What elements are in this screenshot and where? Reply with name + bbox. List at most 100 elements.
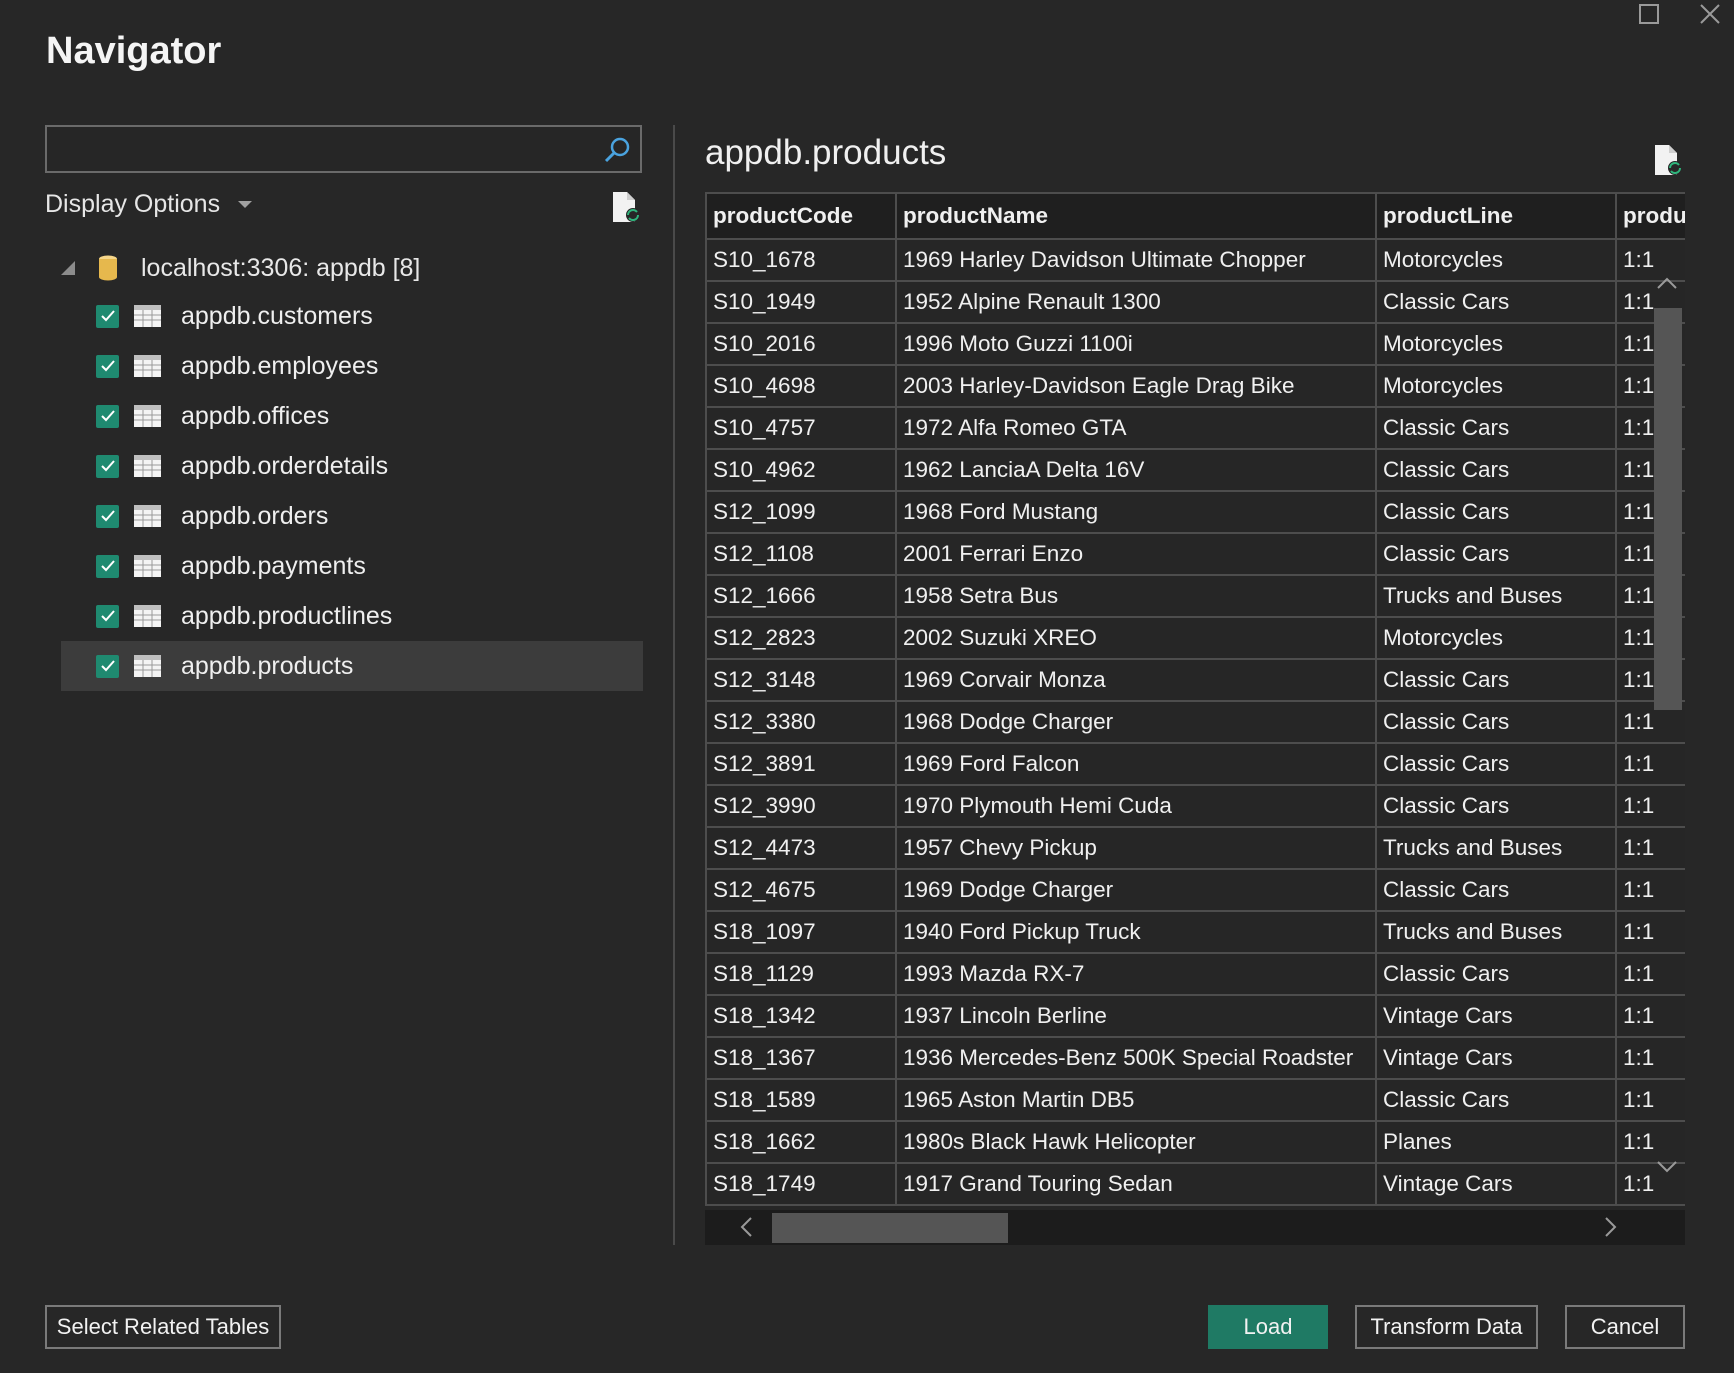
table-cell: S18_1097 [705, 911, 897, 954]
table-row: S12_1099 1968 Ford Mustang Classic Cars 1:1 [705, 491, 1685, 534]
tree-item[interactable]: appdb.employees [61, 341, 643, 391]
table-cell: S12_1099 [705, 491, 897, 534]
load-button[interactable]: Load [1208, 1305, 1328, 1349]
checkbox[interactable] [96, 304, 119, 328]
table-cell: Planes [1376, 1121, 1617, 1164]
select-related-tables-button[interactable]: Select Related Tables [45, 1305, 281, 1349]
table-cell: Classic Cars [1376, 659, 1617, 702]
pane-divider[interactable] [673, 125, 675, 1245]
checkbox[interactable] [96, 604, 119, 628]
table-cell: S18_1129 [705, 953, 897, 996]
table-cell: Trucks and Buses [1376, 827, 1617, 870]
preview-grid: productCode productName productLine produ S… [705, 192, 1685, 1245]
table-row: S10_1949 1952 Alpine Renault 1300 Classic … [705, 281, 1685, 324]
transform-data-button[interactable]: Transform Data [1355, 1305, 1538, 1349]
scroll-left-icon[interactable] [735, 1215, 759, 1239]
horizontal-scrollbar[interactable] [705, 1210, 1685, 1245]
table-cell: S18_1589 [705, 1079, 897, 1122]
checkmark-icon [100, 310, 115, 322]
table-cell: 1969 Harley Davidson Ultimate Chopper [896, 239, 1377, 282]
table-cell: Classic Cars [1376, 1079, 1617, 1122]
tree-item-label: appdb.products [181, 651, 354, 680]
tree-item[interactable]: appdb.payments [61, 541, 643, 591]
table-row: S18_1662 1980s Black Hawk Helicopter Plane… [705, 1121, 1685, 1164]
table-cell: 1957 Chevy Pickup [896, 827, 1377, 870]
table-cell: 1940 Ford Pickup Truck [896, 911, 1377, 954]
column-header[interactable]: productName [896, 192, 1377, 240]
checkmark-icon [100, 560, 115, 572]
display-options-dropdown[interactable]: Display Options [45, 190, 253, 219]
display-options-label: Display Options [45, 190, 221, 218]
table-icon [134, 505, 161, 527]
checkbox[interactable] [96, 354, 119, 378]
checkmark-icon [100, 410, 115, 422]
column-header[interactable]: produ [1616, 192, 1685, 240]
table-cell: 1980s Black Hawk Helicopter [896, 1121, 1377, 1164]
horizontal-scroll-thumb[interactable] [772, 1213, 1008, 1243]
table-cell: S10_4698 [705, 365, 897, 408]
table-cell: Classic Cars [1376, 743, 1617, 786]
scroll-up-icon[interactable] [1655, 272, 1679, 296]
tree-root-node[interactable]: localhost:3306: appdb [8] [61, 245, 643, 291]
table-cell: S12_1108 [705, 533, 897, 576]
scroll-right-icon[interactable] [1598, 1215, 1622, 1239]
checkbox[interactable] [96, 404, 119, 428]
table-row: S12_3148 1969 Corvair Monza Classic Cars 1:… [705, 659, 1685, 702]
maximize-button[interactable] [1629, 0, 1669, 28]
column-header[interactable]: productCode [705, 192, 897, 240]
close-button[interactable] [1690, 0, 1730, 28]
tree-item[interactable]: appdb.orders [61, 491, 643, 541]
table-icon [134, 655, 161, 677]
table-cell: S10_4757 [705, 407, 897, 450]
checkbox[interactable] [96, 654, 119, 678]
tree-item[interactable]: appdb.productlines [61, 591, 643, 641]
table-cell: 1958 Setra Bus [896, 575, 1377, 618]
search-input[interactable] [45, 125, 642, 173]
table-row: S12_4675 1969 Dodge Charger Classic Cars 1:… [705, 869, 1685, 912]
cancel-button[interactable]: Cancel [1565, 1305, 1685, 1349]
tree-item[interactable]: appdb.offices [61, 391, 643, 441]
table-cell: S18_1662 [705, 1121, 897, 1164]
table-cell: S12_3380 [705, 701, 897, 744]
table-cell: Trucks and Buses [1376, 911, 1617, 954]
tree-item[interactable]: appdb.orderdetails [61, 441, 643, 491]
table-cell: Motorcycles [1376, 365, 1617, 408]
tree-item[interactable]: appdb.customers [61, 291, 643, 341]
table-cell: 1970 Plymouth Hemi Cuda [896, 785, 1377, 828]
column-header[interactable]: productLine [1376, 192, 1617, 240]
checkmark-icon [100, 510, 115, 522]
table-cell: 1965 Aston Martin DB5 [896, 1079, 1377, 1122]
table-cell: S12_4675 [705, 869, 897, 912]
table-cell: 2001 Ferrari Enzo [896, 533, 1377, 576]
table-cell: Motorcycles [1376, 617, 1617, 660]
checkmark-icon [100, 660, 115, 672]
table-row: S12_3380 1968 Dodge Charger Classic Cars 1:… [705, 701, 1685, 744]
checkbox[interactable] [96, 554, 119, 578]
table-cell: 1993 Mazda RX-7 [896, 953, 1377, 996]
tree-item-label: appdb.orderdetails [181, 451, 389, 480]
vertical-scrollbar[interactable] [1652, 260, 1682, 1180]
table-cell: Classic Cars [1376, 869, 1617, 912]
checkbox[interactable] [96, 454, 119, 478]
table-cell: Classic Cars [1376, 785, 1617, 828]
scroll-down-icon[interactable] [1655, 1154, 1679, 1178]
table-cell: S12_4473 [705, 827, 897, 870]
table-cell: 1969 Corvair Monza [896, 659, 1377, 702]
table-cell: S12_3148 [705, 659, 897, 702]
table-cell: S12_3891 [705, 743, 897, 786]
collapse-icon[interactable] [61, 261, 75, 275]
checkbox[interactable] [96, 504, 119, 528]
refresh-preview-icon[interactable] [1652, 143, 1684, 177]
table-cell: Classic Cars [1376, 281, 1617, 324]
table-cell: Motorcycles [1376, 323, 1617, 366]
tree-item[interactable]: appdb.products [61, 641, 643, 691]
table-icon [134, 305, 161, 327]
table-cell: S18_1749 [705, 1163, 897, 1206]
refresh-icon[interactable] [610, 190, 642, 224]
search-icon[interactable] [602, 135, 632, 165]
table-row: S18_1589 1965 Aston Martin DB5 Classic Car… [705, 1079, 1685, 1122]
table-cell: 1936 Mercedes-Benz 500K Special Roadster [896, 1037, 1377, 1080]
table-icon [134, 455, 161, 477]
table-cell: S12_2823 [705, 617, 897, 660]
vertical-scroll-thumb[interactable] [1654, 308, 1682, 710]
